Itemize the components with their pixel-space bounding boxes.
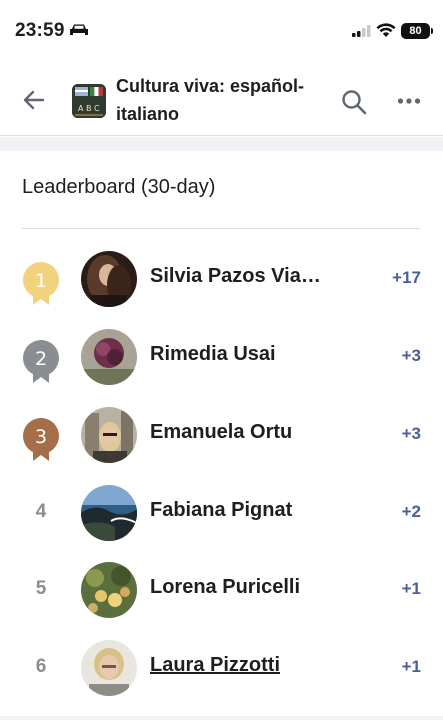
points-badge: +3 — [401, 346, 421, 365]
more-options-icon[interactable] — [397, 97, 421, 105]
rank-number: 4 — [35, 501, 47, 522]
group-title: Cultura viva: español-italiano — [116, 76, 305, 124]
battery-level: 80 — [409, 25, 422, 37]
member-name[interactable]: Fabiana Pignat — [150, 499, 292, 522]
points-badge: +17 — [392, 268, 421, 287]
back-arrow-icon[interactable] — [20, 86, 48, 114]
points-badge: +1 — [401, 579, 421, 598]
status-time: 23:59 — [15, 20, 65, 41]
wifi-icon — [376, 23, 396, 37]
points-badge: +3 — [401, 424, 421, 443]
rank-number: 3 — [35, 426, 47, 448]
group-header: A B C Cultura viva: español-italiano — [0, 62, 443, 136]
member-name[interactable]: Rimedia Usai — [150, 343, 276, 366]
avatar[interactable] — [81, 251, 137, 307]
leaderboard-row[interactable]: 2 Rimedia Usai +3 — [0, 329, 443, 407]
member-name[interactable]: Emanuela Ortu — [150, 421, 292, 444]
leaderboard-row[interactable]: 4 Fabiana Pignat +2 — [0, 485, 443, 563]
silver-medal-icon: 2 — [23, 340, 59, 383]
member-name[interactable]: Silvia Pazos Via… — [150, 265, 321, 288]
member-name[interactable]: Lorena Puricelli — [150, 576, 300, 599]
group-thumbnail[interactable]: A B C — [72, 84, 106, 118]
points-badge: +1 — [401, 657, 421, 676]
avatar[interactable] — [81, 640, 137, 696]
avatar[interactable] — [81, 329, 137, 385]
bronze-medal-icon: 3 — [23, 418, 59, 461]
leaderboard-row[interactable]: 1 Silvia Pazos Via… +17 — [0, 251, 443, 329]
status-bar: 23:59 80 — [0, 0, 443, 62]
gold-medal-icon: 1 — [23, 262, 59, 305]
rank-number: 2 — [35, 348, 47, 370]
avatar[interactable] — [81, 562, 137, 618]
search-icon[interactable] — [340, 88, 368, 116]
leaderboard-title: Leaderboard (30-day) — [22, 176, 216, 198]
avatar[interactable] — [81, 485, 137, 541]
leaderboard-row[interactable]: 6 Laura Pizzotti +1 — [0, 640, 443, 718]
battery-tip — [431, 28, 433, 34]
rank-number: 1 — [35, 270, 47, 292]
leaderboard-row[interactable]: 3 Emanuela Ortu +3 — [0, 407, 443, 485]
svg-text:A B C: A B C — [78, 104, 100, 113]
group-thumbnail-image: A B C — [72, 84, 106, 118]
leaderboard-row[interactable]: 5 Lorena Puricelli +1 — [0, 562, 443, 640]
rank-number: 6 — [35, 656, 47, 677]
member-name[interactable]: Laura Pizzotti — [150, 654, 280, 677]
battery-icon: 80 — [401, 23, 430, 39]
car-icon — [70, 24, 88, 35]
rank-number: 5 — [35, 578, 47, 599]
section-separator — [0, 137, 443, 151]
points-badge: +2 — [401, 502, 421, 521]
bottom-separator — [0, 716, 443, 720]
cellular-signal-icon — [352, 25, 371, 37]
avatar[interactable] — [81, 407, 137, 463]
leaderboard-divider — [22, 228, 420, 229]
